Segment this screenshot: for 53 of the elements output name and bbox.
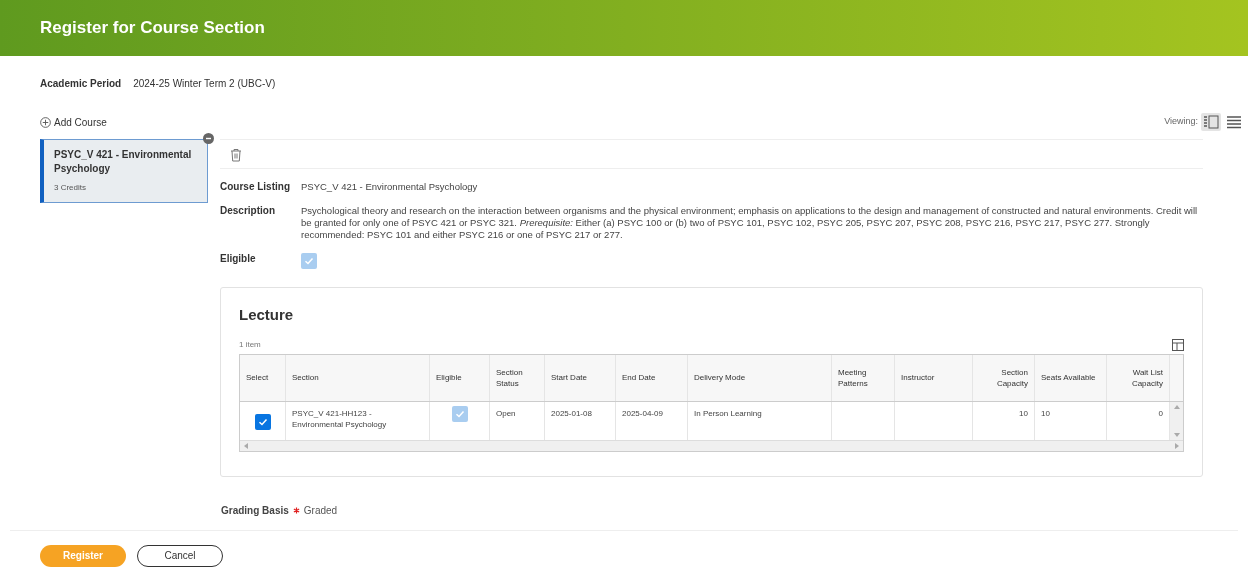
- field-value: 2024-25 Winter Term 2 (UBC-V): [133, 77, 276, 91]
- field-label: Grading Basis: [221, 503, 289, 518]
- select-checkbox[interactable]: [254, 413, 271, 430]
- table-cell: Open: [490, 401, 545, 440]
- list-icon: [1226, 115, 1242, 129]
- trash-icon[interactable]: [230, 148, 242, 162]
- column-header: Section Capacity: [973, 354, 1035, 401]
- column-header: Select: [240, 354, 286, 401]
- field-value: PSYC_V 421 - Environmental Psychology: [301, 181, 478, 193]
- table-cell: 10: [973, 401, 1035, 440]
- column-header: Start Date: [545, 354, 616, 401]
- column-header: Section: [286, 354, 430, 401]
- field-value: Psychological theory and research on the interaction between organisms and the physical environment; emphasis on applications to the design and management of constructed and natural environments. Credit will be granted for only one of PSYC 421 or PSYC 321. Prerequisite: Either (a) PSYC 100 or (b) two of PSYC 101, PSYC 102, PSYC 205, PSYC 207, PSYC 208, PSYC 216, PSYC 217, PSYC 277. Strongly recommended: PSYC 101 and either PSYC 216 or one of PSYC 217 or 277.: [301, 205, 1199, 241]
- table-cell: 10: [1035, 401, 1107, 440]
- list-view-button[interactable]: [1224, 113, 1244, 131]
- cancel-button[interactable]: Cancel: [137, 544, 223, 567]
- table-cell: In Person Learning: [688, 401, 832, 440]
- page-title: Register for Course Section: [40, 17, 265, 40]
- scroll-right-icon[interactable]: [1175, 442, 1179, 449]
- column-header: Section Status: [490, 354, 545, 401]
- checkmark-icon: [257, 416, 268, 427]
- item-count: 1 item: [239, 338, 261, 351]
- table-cell: 2025-01-08: [545, 401, 616, 440]
- scroll-up-icon[interactable]: [1173, 404, 1180, 409]
- table-cell: PSYC_V 421-HH123 - Environmental Psychology: [286, 401, 430, 440]
- column-header: Instructor: [895, 354, 973, 401]
- course-title: PSYC_V 421 - Environmental Psychology: [54, 148, 193, 176]
- table-layout-icon[interactable]: [1172, 338, 1184, 351]
- remove-icon[interactable]: [203, 133, 214, 144]
- field-label: Academic Period: [40, 77, 122, 91]
- scroll-left-icon[interactable]: [244, 442, 248, 449]
- column-header: Wait List Capacity: [1107, 354, 1170, 401]
- panel-title: Lecture: [239, 305, 295, 325]
- column-header: Delivery Mode: [688, 354, 832, 401]
- course-card[interactable]: PSYC_V 421 - Environmental Psychology 3 Credits: [40, 139, 208, 203]
- field-label: Eligible: [220, 253, 257, 265]
- viewing-label: Viewing:: [1164, 115, 1198, 129]
- detail-view-button[interactable]: [1201, 113, 1221, 131]
- table-cell: 2025-04-09: [616, 401, 688, 440]
- field-value: Graded: [303, 503, 338, 518]
- course-credits: 3 Credits: [54, 182, 87, 194]
- horizontal-scrollbar[interactable]: [240, 439, 1183, 451]
- field-label: Course Listing: [220, 181, 291, 193]
- scroll-down-icon[interactable]: [1173, 432, 1180, 437]
- vertical-scrollbar[interactable]: [1170, 401, 1183, 440]
- column-header: Eligible: [430, 354, 490, 401]
- detail-view-icon: [1203, 115, 1219, 129]
- field-label: Description: [220, 205, 276, 217]
- column-header: Seats Available: [1035, 354, 1107, 401]
- column-header: Meeting Patterns: [832, 354, 895, 401]
- add-course-button[interactable]: Add Course: [40, 114, 107, 130]
- plus-circle-icon: [40, 116, 51, 128]
- column-header: End Date: [616, 354, 688, 401]
